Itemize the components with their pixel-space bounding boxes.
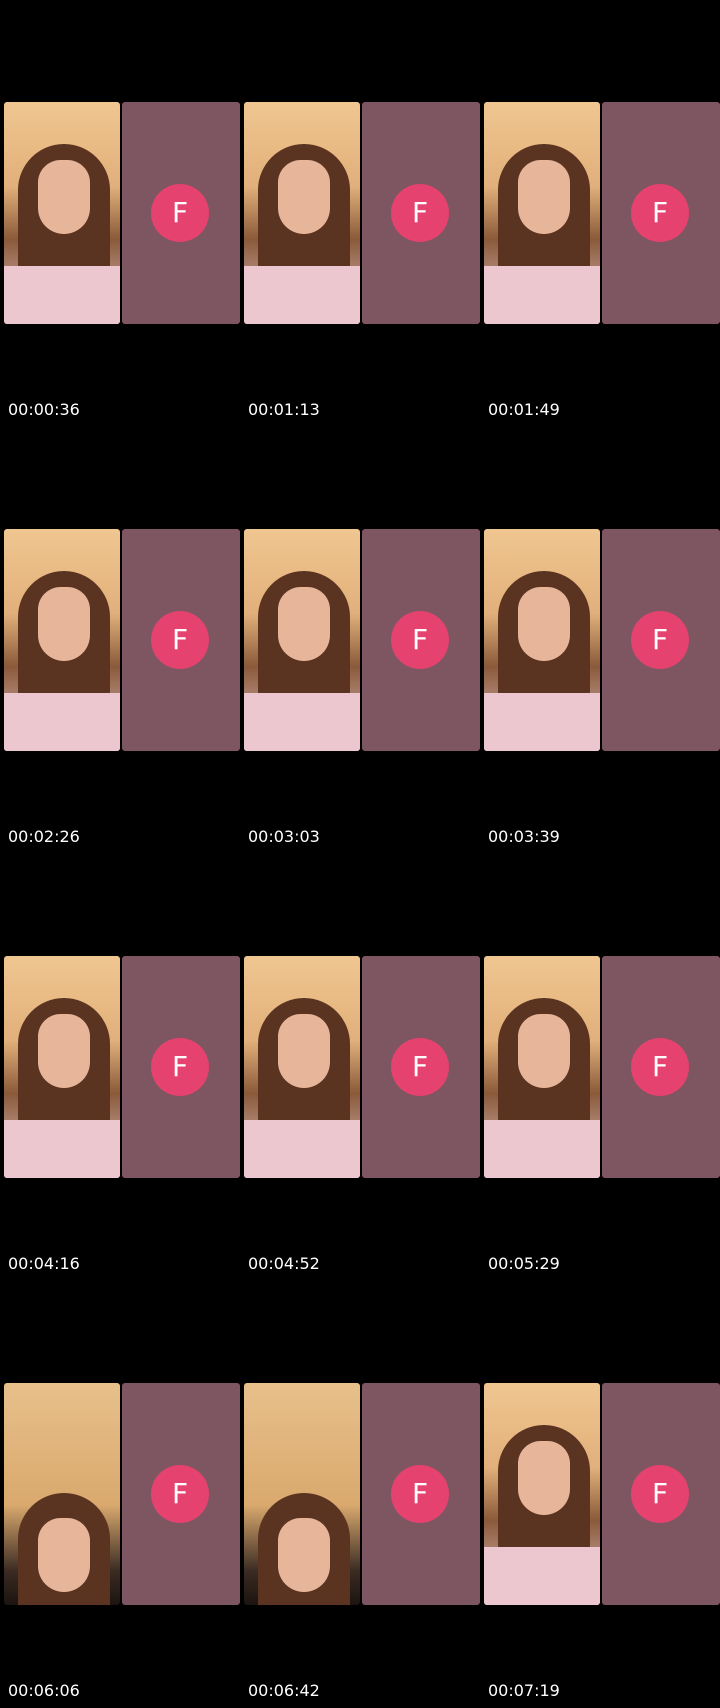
video-shirt-shape [4,693,120,751]
timestamp-label: 00:00:36 [8,400,80,419]
avatar-letter-icon: F [631,611,689,669]
timestamp-label: 00:04:16 [8,1254,80,1273]
video-call-frame: F [484,956,720,1180]
video-call-frame: F [484,529,720,753]
video-face-shape [38,1014,90,1088]
video-face-shape [518,1441,570,1515]
avatar-letter-icon: F [391,1038,449,1096]
avatar-panel: F [122,102,240,324]
video-call-frame: F [4,529,240,753]
video-call-frame: F [244,956,480,1180]
avatar-panel: F [362,1383,480,1605]
avatar-panel: F [602,529,720,751]
video-call-frame: F [4,956,240,1180]
avatar-letter-icon: F [391,611,449,669]
timestamp-label: 00:01:13 [248,400,320,419]
participant-video [4,102,120,324]
avatar-letter-icon: F [151,184,209,242]
thumbnail-cell[interactable]: F 00:05:29 [484,956,720,1273]
video-face-shape [278,587,330,661]
video-face-shape [278,1518,330,1592]
video-shirt-shape [484,1547,600,1605]
video-shirt-shape [244,1120,360,1178]
video-shirt-shape [484,1120,600,1178]
thumbnail-cell[interactable]: F 00:00:36 [4,102,240,419]
avatar-panel: F [602,1383,720,1605]
avatar-letter-icon: F [151,1465,209,1523]
timestamp-label: 00:05:29 [488,1254,560,1273]
video-call-frame: F [244,529,480,753]
avatar-panel: F [122,529,240,751]
avatar-letter-icon: F [391,1465,449,1523]
timestamp-label: 00:03:03 [248,827,320,846]
participant-video [4,956,120,1178]
avatar-letter-icon: F [151,611,209,669]
thumbnail-cell[interactable]: F 00:01:13 [244,102,480,419]
video-shirt-shape [244,693,360,751]
video-shirt-shape [4,1120,120,1178]
video-shirt-shape [484,266,600,324]
video-face-shape [278,160,330,234]
avatar-panel: F [602,956,720,1178]
timestamp-label: 00:06:42 [248,1681,320,1700]
thumbnail-cell[interactable]: F 00:04:52 [244,956,480,1273]
video-call-frame: F [4,102,240,326]
video-call-frame: F [4,1383,240,1607]
avatar-panel: F [122,956,240,1178]
video-face-shape [278,1014,330,1088]
video-call-frame: F [244,102,480,326]
thumbnail-cell[interactable]: F 00:07:19 [484,1383,720,1700]
thumbnail-cell[interactable]: F 00:06:42 [244,1383,480,1700]
avatar-panel: F [362,956,480,1178]
avatar-panel: F [362,529,480,751]
video-call-frame: F [484,1383,720,1607]
participant-video [484,529,600,751]
avatar-panel: F [602,102,720,324]
video-face-shape [38,1518,90,1592]
participant-video [4,529,120,751]
thumbnail-cell[interactable]: F 00:03:39 [484,529,720,846]
video-call-frame: F [484,102,720,326]
participant-video [484,956,600,1178]
video-shirt-shape [4,266,120,324]
timestamp-label: 00:06:06 [8,1681,80,1700]
participant-video [244,1383,360,1605]
video-call-frame: F [244,1383,480,1607]
thumbnail-cell[interactable]: F 00:06:06 [4,1383,240,1700]
participant-video [244,956,360,1178]
avatar-panel: F [362,102,480,324]
thumbnail-cell[interactable]: F 00:01:49 [484,102,720,419]
thumbnail-cell[interactable]: F 00:03:03 [244,529,480,846]
video-face-shape [518,160,570,234]
thumbnail-grid: F 00:00:36 F 00:01:13 F 00:01:49 F 00:02:26 F 00:… [0,0,720,1708]
avatar-letter-icon: F [631,184,689,242]
avatar-letter-icon: F [151,1038,209,1096]
thumbnail-cell[interactable]: F 00:04:16 [4,956,240,1273]
avatar-panel: F [122,1383,240,1605]
avatar-letter-icon: F [391,184,449,242]
participant-video [4,1383,120,1605]
thumbnail-cell[interactable]: F 00:02:26 [4,529,240,846]
video-shirt-shape [484,693,600,751]
video-face-shape [38,160,90,234]
participant-video [244,102,360,324]
timestamp-label: 00:03:39 [488,827,560,846]
avatar-letter-icon: F [631,1038,689,1096]
participant-video [484,1383,600,1605]
timestamp-label: 00:04:52 [248,1254,320,1273]
avatar-letter-icon: F [631,1465,689,1523]
timestamp-label: 00:07:19 [488,1681,560,1700]
participant-video [244,529,360,751]
video-face-shape [518,1014,570,1088]
video-shirt-shape [244,266,360,324]
video-face-shape [518,587,570,661]
timestamp-label: 00:02:26 [8,827,80,846]
participant-video [484,102,600,324]
video-face-shape [38,587,90,661]
timestamp-label: 00:01:49 [488,400,560,419]
